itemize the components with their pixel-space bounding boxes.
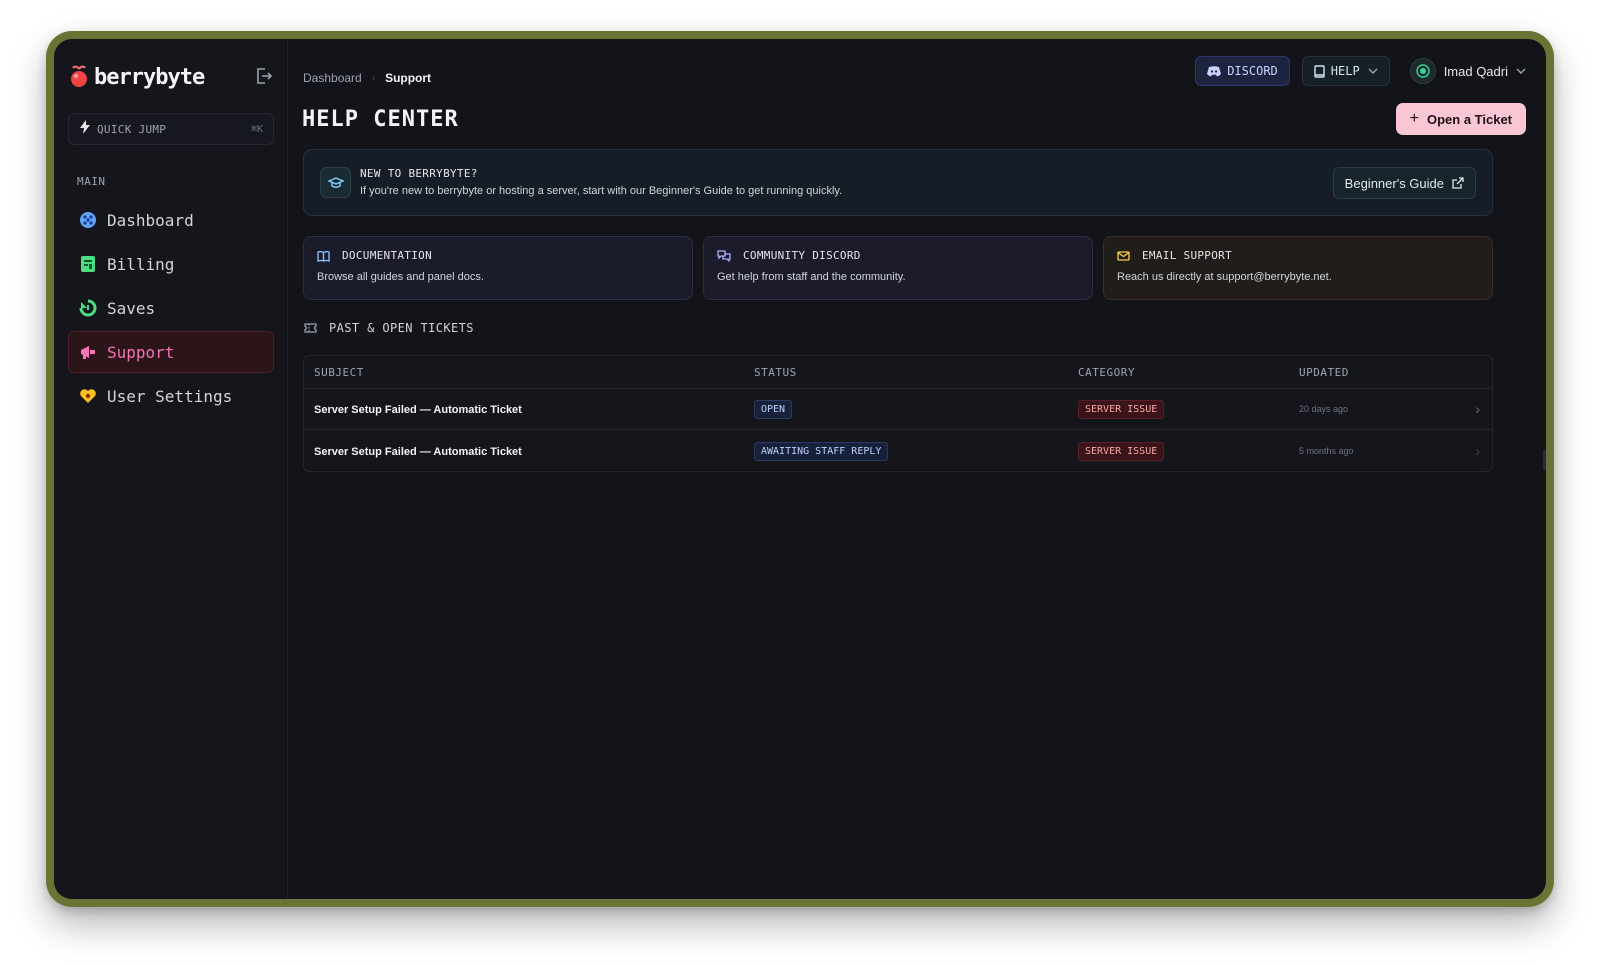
user-name: Imad Qadri: [1443, 63, 1508, 79]
card-title: COMMUNITY DISCORD: [743, 249, 861, 262]
tickets-heading-label: PAST & OPEN TICKETS: [329, 321, 474, 335]
chevron-right-icon: ›: [1475, 401, 1480, 417]
sidebar-item-label: Saves: [107, 298, 156, 318]
card-description: Browse all guides and panel docs.: [317, 271, 484, 283]
berry-logo-icon: [68, 65, 90, 89]
support-icon: [79, 343, 97, 361]
community-discord-card[interactable]: COMMUNITY DISCORD Get help from staff an…: [703, 236, 1093, 300]
discord-button[interactable]: DISCORD: [1195, 56, 1290, 86]
column-header-status[interactable]: STATUS: [754, 366, 1078, 379]
nav-section-heading: MAIN: [77, 175, 106, 188]
help-dropdown[interactable]: HELP: [1301, 56, 1390, 86]
category-badge: SERVER ISSUE: [1078, 441, 1165, 461]
status-badge: AWAITING STAFF REPLY: [754, 441, 889, 461]
chat-icon: [717, 249, 737, 262]
quick-jump-search[interactable]: QUICK JUMP ⌘K: [68, 113, 274, 145]
ticket-subject: Server Setup Failed — Automatic Ticket: [314, 445, 522, 458]
sidebar-item-label: Support: [107, 342, 175, 362]
sidebar-item-label: User Settings: [107, 386, 233, 406]
sidebar-item-label: Dashboard: [107, 210, 194, 230]
chevron-right-icon: ›: [371, 72, 376, 84]
ticket-icon: [304, 323, 323, 333]
quick-jump-shortcut: ⌘K: [250, 123, 263, 135]
support-cards: DOCUMENTATION Browse all guides and pane…: [303, 236, 1493, 300]
breadcrumb: Dashboard › Support: [303, 71, 431, 85]
page-title: HELP CENTER: [302, 107, 459, 132]
email-support-card[interactable]: EMAIL SUPPORT Reach us directly at suppo…: [1103, 236, 1493, 300]
banner-text: If you're new to berrybyte or hosting a …: [360, 185, 843, 197]
beginners-guide-button[interactable]: Beginner's Guide: [1332, 167, 1476, 199]
help-dropdown-label: HELP: [1330, 64, 1360, 78]
book-icon: [317, 250, 336, 262]
sidebar-item-billing[interactable]: Billing: [68, 243, 274, 285]
avatar: [1409, 58, 1436, 84]
column-header-updated[interactable]: UPDATED: [1299, 366, 1492, 379]
external-link-icon: [1452, 177, 1464, 189]
sidebar-item-support[interactable]: Support: [68, 331, 274, 373]
tickets-table: SUBJECT STATUS CATEGORY UPDATED Server S…: [303, 355, 1493, 472]
banner-title: NEW TO BERRYBYTE?: [360, 167, 478, 180]
sidebar-item-saves[interactable]: Saves: [68, 287, 274, 329]
status-badge: OPEN: [754, 400, 793, 419]
chevron-down-icon: [1368, 68, 1378, 74]
breadcrumb-current: Support: [385, 71, 432, 85]
device-frame: berrybyte QUICK JUMP ⌘K MAIN Dashboard B…: [46, 31, 1554, 907]
ticket-updated: 5 months ago: [1299, 445, 1354, 456]
documentation-card[interactable]: DOCUMENTATION Browse all guides and pane…: [303, 236, 693, 300]
column-header-category[interactable]: CATEGORY: [1078, 366, 1299, 379]
sidebar-item-dashboard[interactable]: Dashboard: [68, 199, 274, 241]
user-menu[interactable]: Imad Qadri: [1409, 58, 1526, 84]
ticket-updated: 20 days ago: [1299, 404, 1349, 414]
sidebar-item-label: Billing: [107, 254, 175, 274]
sidebar: berrybyte QUICK JUMP ⌘K MAIN Dashboard B…: [54, 39, 288, 899]
column-header-subject[interactable]: SUBJECT: [304, 366, 754, 379]
lightning-icon: [79, 119, 91, 139]
user-settings-icon: [79, 387, 97, 405]
top-actions: DISCORD HELP Imad Qadri: [1195, 56, 1526, 86]
mail-icon: [1117, 250, 1136, 261]
scrollbar-handle[interactable]: [1543, 449, 1546, 471]
open-ticket-label: Open a Ticket: [1426, 111, 1512, 127]
main-content: Dashboard › Support DISCORD HELP Imad Qa…: [289, 39, 1546, 899]
table-row[interactable]: Server Setup Failed — Automatic Ticket O…: [304, 389, 1492, 430]
chevron-right-icon: ›: [1475, 442, 1480, 459]
card-description: Reach us directly at support@berrybyte.n…: [1117, 271, 1332, 283]
discord-icon: [1207, 65, 1222, 77]
category-badge: SERVER ISSUE: [1078, 400, 1165, 419]
discord-button-label: DISCORD: [1227, 64, 1278, 78]
logout-icon[interactable]: [254, 66, 274, 86]
table-header: SUBJECT STATUS CATEGORY UPDATED: [304, 356, 1492, 389]
logo[interactable]: berrybyte: [68, 61, 274, 93]
beginners-guide-label: Beginner's Guide: [1344, 175, 1444, 191]
billing-icon: [79, 255, 97, 273]
sidebar-item-user-settings[interactable]: User Settings: [68, 375, 274, 417]
card-description: Get help from staff and the community.: [717, 271, 906, 283]
plus-icon: +: [1409, 110, 1419, 127]
open-ticket-button[interactable]: + Open a Ticket: [1395, 103, 1526, 135]
beginner-banner: NEW TO BERRYBYTE? If you're new to berry…: [303, 149, 1493, 216]
card-title: DOCUMENTATION: [342, 249, 432, 262]
book-icon: [1314, 64, 1325, 78]
breadcrumb-dashboard-link[interactable]: Dashboard: [303, 71, 362, 85]
tickets-heading: PAST & OPEN TICKETS: [304, 321, 474, 335]
logo-text: berrybyte: [94, 64, 205, 90]
quick-jump-label: QUICK JUMP: [97, 122, 167, 136]
app-screen: berrybyte QUICK JUMP ⌘K MAIN Dashboard B…: [54, 39, 1546, 899]
sidebar-nav: Dashboard Billing Saves Support User Set…: [68, 199, 274, 419]
chevron-down-icon: [1516, 68, 1526, 74]
saves-icon: [79, 299, 97, 317]
card-title: EMAIL SUPPORT: [1142, 249, 1232, 262]
dashboard-icon: [79, 211, 97, 229]
table-row[interactable]: Server Setup Failed — Automatic Ticket A…: [304, 430, 1492, 471]
ticket-subject: Server Setup Failed — Automatic Ticket: [314, 404, 522, 416]
graduation-cap-icon: [320, 167, 351, 198]
